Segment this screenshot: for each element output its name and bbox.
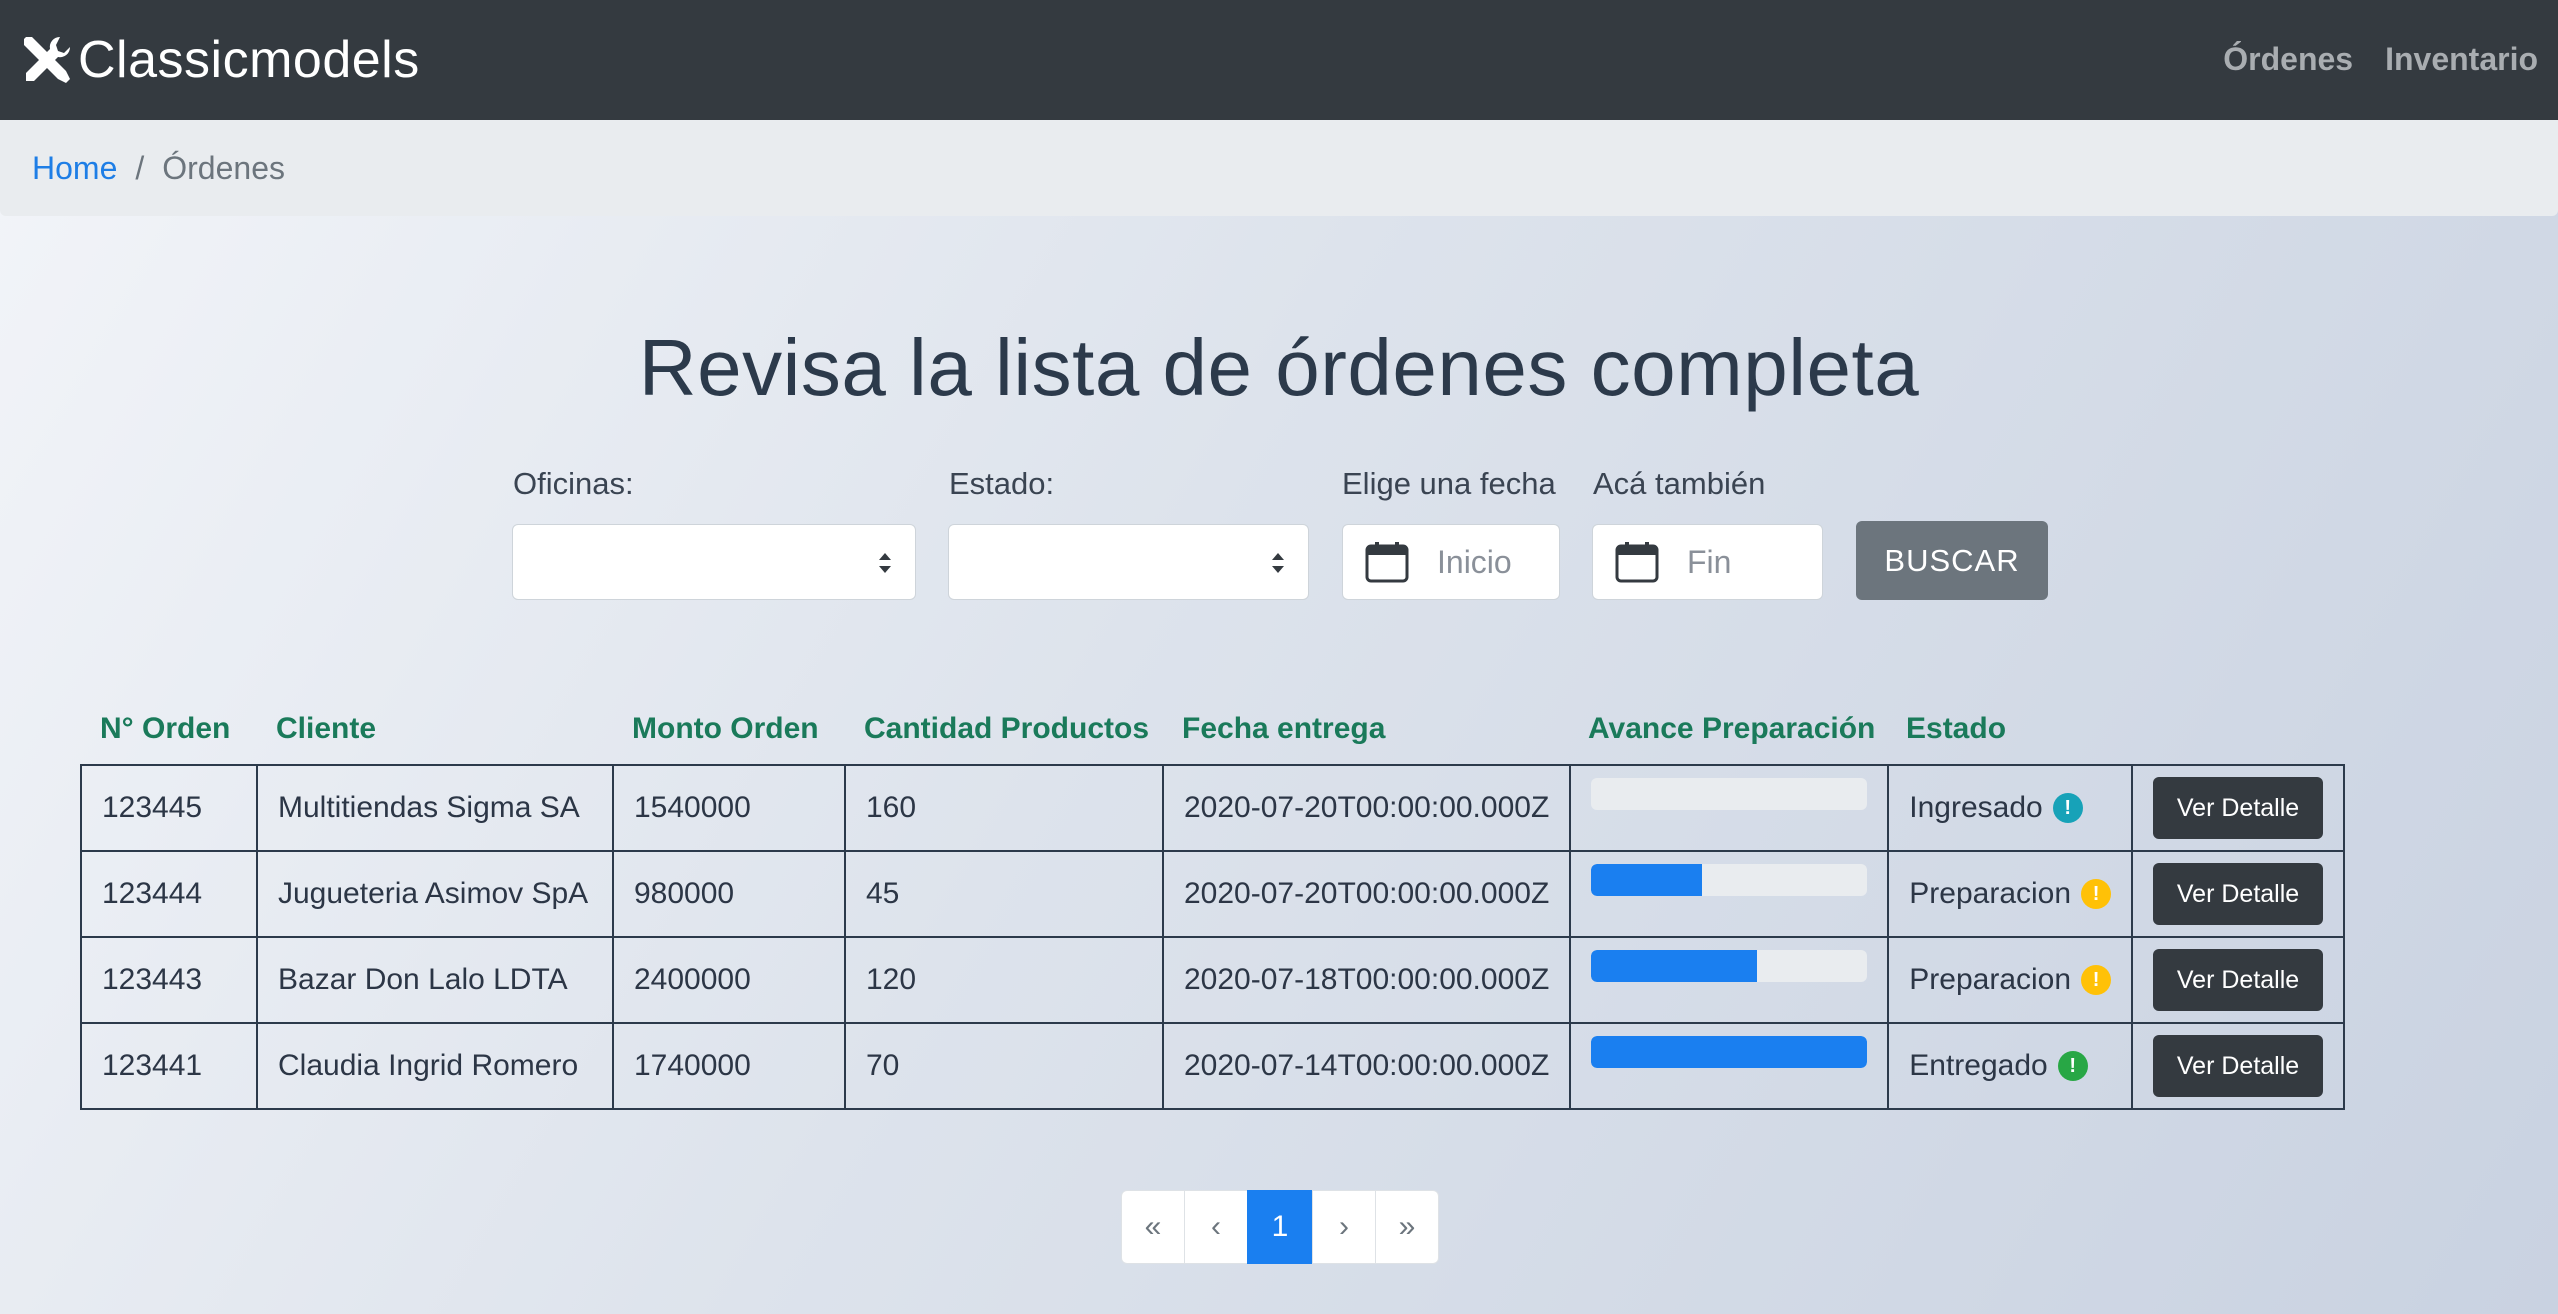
header-estado: Estado [1906,712,2007,745]
progress-bar [1591,1036,1868,1068]
status-alert-icon: ! [2052,793,2083,823]
breadcrumb: Home / Órdenes [0,120,2558,216]
nav-ordenes[interactable]: Órdenes [2223,35,2353,83]
fecha-inicio-placeholder: Inicio [1437,543,1512,580]
page-current[interactable]: 1 [1247,1190,1313,1264]
cell-estado: Entregado! [1887,1022,2134,1110]
brand-link[interactable]: Classicmodels [20,30,420,90]
estado-select[interactable] [948,524,1309,600]
select-arrows-icon [1272,553,1284,573]
calendar-icon [1615,542,1659,583]
cell-cliente: Bazar Don Lalo LDTA [256,936,614,1024]
estado-label: Estado: [949,466,1055,501]
orders-table: 123445 Multitiendas Sigma SA 1540000 160 202… [80,764,2346,1110]
cell-avance [1569,936,1890,1024]
table-row: 123444 Jugueteria Asimov SpA 980000 45 2020-… [80,850,2346,938]
cell-avance [1569,764,1890,852]
progress-bar [1591,864,1868,896]
status-alert-icon: ! [2081,965,2112,995]
cell-avance [1569,850,1890,938]
cell-cantidad: 45 [844,850,1164,938]
fecha-label: Elige una fecha [1342,466,1556,501]
cell-orden: 123443 [80,936,258,1024]
cell-fecha: 2020-07-14T00:00:00.000Z [1161,1022,1572,1110]
cell-cliente: Multitiendas Sigma SA [256,764,614,852]
page-last[interactable]: » [1375,1190,1439,1264]
oficinas-label: Oficinas: [513,466,634,501]
tools-icon [24,36,71,83]
cell-orden: 123441 [80,1022,258,1110]
cell-accion: Ver Detalle [2131,764,2346,852]
header-orden: N° Orden [100,712,231,745]
fecha-inicio-input[interactable]: Inicio [1342,524,1560,600]
cell-fecha: 2020-07-20T00:00:00.000Z [1161,764,1572,852]
cell-fecha: 2020-07-18T00:00:00.000Z [1161,936,1572,1024]
page-next[interactable]: › [1312,1190,1376,1264]
header-cliente: Cliente [276,712,377,745]
table-row: 123445 Multitiendas Sigma SA 1540000 160 202… [80,764,2346,852]
cell-orden: 123445 [80,764,258,852]
cell-monto: 2400000 [612,936,846,1024]
breadcrumb-current: Órdenes [162,149,285,186]
pagination: « ‹ 1 › » [1121,1190,1439,1264]
cell-accion: Ver Detalle [2131,850,2346,938]
cell-estado: Preparacion! [1887,936,2134,1024]
buscar-button[interactable]: BUSCAR [1856,521,2048,600]
cell-orden: 123444 [80,850,258,938]
estado-text: Ingresado [1909,791,2043,824]
cell-cliente: Claudia Ingrid Romero [256,1022,614,1110]
cell-estado: Preparacion! [1887,850,2134,938]
cell-monto: 980000 [612,850,846,938]
estado-text: Entregado [1909,1049,2048,1082]
progress-bar [1591,778,1868,810]
table-row: 123443 Bazar Don Lalo LDTA 2400000 120 2020-… [80,936,2346,1024]
page-prev[interactable]: ‹ [1184,1190,1248,1264]
cell-cliente: Jugueteria Asimov SpA [256,850,614,938]
ver-detalle-button[interactable]: Ver Detalle [2153,863,2324,925]
calendar-icon [1365,542,1409,583]
cell-estado: Ingresado! [1887,764,2134,852]
header-cantidad: Cantidad Productos [864,712,1150,745]
fecha-fin-input[interactable]: Fin [1592,524,1823,600]
brand-name: Classicmodels [78,31,420,89]
ver-detalle-button[interactable]: Ver Detalle [2153,1035,2324,1097]
progress-fill [1591,1036,1868,1068]
cell-cantidad: 120 [844,936,1164,1024]
status-alert-icon: ! [2081,879,2112,909]
cell-accion: Ver Detalle [2131,936,2346,1024]
status-alert-icon: ! [2057,1051,2088,1081]
header-fecha: Fecha entrega [1182,712,1386,745]
header-avance: Avance Preparación [1588,712,1876,745]
nav-inventario[interactable]: Inventario [2385,35,2538,83]
ver-detalle-button[interactable]: Ver Detalle [2153,777,2324,839]
breadcrumb-separator: / [135,149,145,186]
estado-text: Preparacion [1909,963,2072,996]
cell-monto: 1740000 [612,1022,846,1110]
estado-text: Preparacion [1909,877,2072,910]
cell-monto: 1540000 [612,764,846,852]
page-first[interactable]: « [1121,1190,1185,1264]
oficinas-select[interactable] [512,524,916,600]
ver-detalle-button[interactable]: Ver Detalle [2153,949,2324,1011]
select-arrows-icon [879,553,891,573]
fecha-fin-label: Acá también [1593,466,1766,501]
breadcrumb-home[interactable]: Home [32,150,117,187]
cell-cantidad: 160 [844,764,1164,852]
table-row: 123441 Claudia Ingrid Romero 1740000 70 2020… [80,1022,2346,1110]
fecha-fin-placeholder: Fin [1687,543,1732,580]
navbar: Classicmodels Órdenes Inventario [0,0,2558,120]
cell-fecha: 2020-07-20T00:00:00.000Z [1161,850,1572,938]
cell-avance [1569,1022,1890,1110]
page-title: Revisa la lista de órdenes completa [638,323,1920,412]
progress-bar [1591,950,1868,982]
progress-fill [1591,864,1702,896]
cell-accion: Ver Detalle [2131,1022,2346,1110]
progress-fill [1591,950,1757,982]
header-monto: Monto Orden [632,712,819,745]
cell-cantidad: 70 [844,1022,1164,1110]
